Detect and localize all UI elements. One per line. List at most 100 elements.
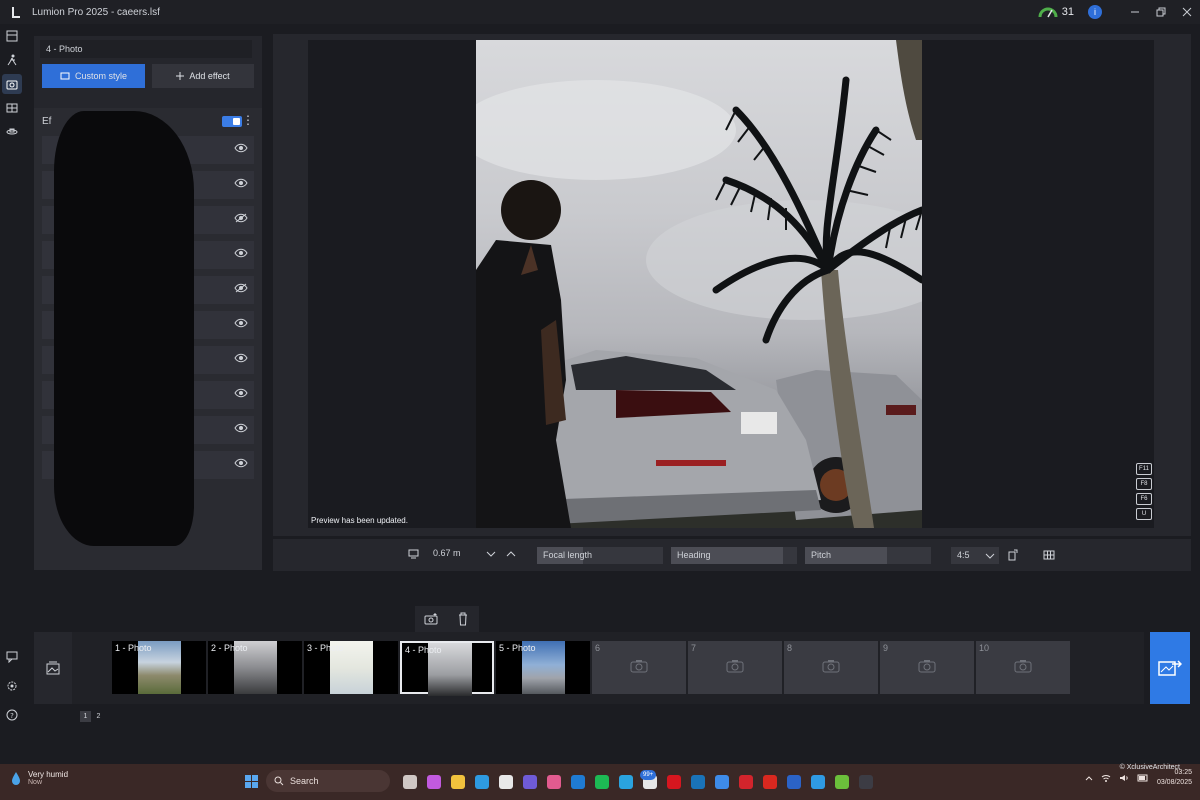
volume-icon[interactable] bbox=[1119, 774, 1129, 782]
photo-slot-5[interactable]: 5 - Photo bbox=[496, 641, 590, 694]
minimize-button[interactable] bbox=[1122, 0, 1148, 24]
focal-length-slider[interactable]: Focal length bbox=[537, 547, 663, 564]
effects-toggle[interactable] bbox=[222, 116, 242, 127]
performance-indicator[interactable]: 31 bbox=[1038, 6, 1074, 18]
photos-icon[interactable] bbox=[542, 770, 566, 794]
photo-name-field[interactable]: 4 - Photo bbox=[40, 40, 252, 58]
clock-date: 03/08/2025 bbox=[1156, 779, 1192, 786]
photo-slot-label: 9 bbox=[883, 643, 889, 653]
revit-icon[interactable] bbox=[782, 770, 806, 794]
eye-off-icon[interactable] bbox=[234, 283, 248, 293]
save-camera-icon[interactable] bbox=[415, 606, 447, 632]
eye-icon[interactable] bbox=[234, 143, 248, 153]
photo-slot-7[interactable]: 7 bbox=[688, 641, 782, 694]
app-icon[interactable] bbox=[518, 770, 542, 794]
search-icon bbox=[274, 776, 284, 786]
settings-icon[interactable] bbox=[3, 677, 21, 695]
task-view-icon[interactable] bbox=[398, 770, 422, 794]
edge-browser-icon[interactable] bbox=[470, 770, 494, 794]
photo-filmstrip: 1 - Photo 2 - Photo 3 - Photo 4 - Photo 5 - … bbox=[34, 632, 1144, 704]
camera-icon bbox=[918, 659, 936, 673]
weather-widget[interactable]: Very humid Now bbox=[10, 770, 68, 786]
shortcut-keys: F11 F8 F6 U bbox=[1136, 463, 1152, 520]
spotify-icon[interactable] bbox=[590, 770, 614, 794]
help-icon[interactable]: ? bbox=[3, 706, 21, 724]
movie-mode-icon[interactable] bbox=[2, 98, 22, 118]
photo-slot-10[interactable]: 10 bbox=[976, 641, 1070, 694]
grid-overlay-icon[interactable] bbox=[1043, 550, 1055, 560]
more-options-icon[interactable]: ⋮ bbox=[242, 114, 254, 126]
eye-icon[interactable] bbox=[234, 353, 248, 363]
page-2-button[interactable]: 2 bbox=[93, 711, 104, 722]
telegram-icon[interactable] bbox=[614, 770, 638, 794]
photo-slot-6[interactable]: 6 bbox=[592, 641, 686, 694]
custom-style-button[interactable]: Custom style bbox=[42, 64, 145, 88]
chevron-up-icon[interactable] bbox=[1085, 775, 1093, 781]
f6-key[interactable]: F6 bbox=[1136, 493, 1152, 505]
windows-taskbar: Very humid Now Search 99+ 03:25 03/08/20… bbox=[0, 764, 1200, 800]
page-1-button[interactable]: 1 bbox=[80, 711, 91, 722]
eye-icon[interactable] bbox=[234, 248, 248, 258]
build-mode-icon[interactable] bbox=[2, 26, 22, 46]
photo-slot-label: 10 bbox=[979, 643, 990, 653]
info-icon[interactable]: i bbox=[1088, 5, 1102, 19]
album-icon[interactable] bbox=[34, 632, 72, 704]
camera-height-value[interactable]: 0.67 m bbox=[433, 548, 461, 558]
chevron-down-icon[interactable] bbox=[486, 550, 496, 558]
360-panorama-icon[interactable] bbox=[2, 122, 22, 142]
photo-slot-9[interactable]: 9 bbox=[880, 641, 974, 694]
windows-start-icon[interactable] bbox=[240, 770, 264, 794]
weather-condition: Very humid bbox=[28, 770, 69, 779]
chevron-up-icon[interactable] bbox=[506, 550, 516, 558]
f8-key[interactable]: F8 bbox=[1136, 478, 1152, 490]
heading-label: Heading bbox=[677, 550, 711, 560]
restore-button[interactable] bbox=[1148, 0, 1174, 24]
file-explorer-icon[interactable] bbox=[446, 770, 470, 794]
battery-icon[interactable] bbox=[1137, 774, 1149, 782]
photo-mode-icon[interactable] bbox=[2, 74, 22, 94]
eye-icon[interactable] bbox=[234, 458, 248, 468]
close-button[interactable] bbox=[1174, 0, 1200, 24]
app-blue-icon[interactable] bbox=[806, 770, 830, 794]
photo-slot-4[interactable]: 4 - Photo bbox=[400, 641, 494, 696]
pinterest-icon[interactable] bbox=[734, 770, 758, 794]
acrobat-icon[interactable] bbox=[758, 770, 782, 794]
store-icon[interactable] bbox=[494, 770, 518, 794]
photo-slot-label: 5 - Photo bbox=[499, 643, 536, 653]
lumion-icon[interactable] bbox=[854, 770, 878, 794]
pitch-slider[interactable]: Pitch bbox=[805, 547, 931, 564]
photo-slot-2[interactable]: 2 - Photo bbox=[208, 641, 302, 694]
delete-icon[interactable] bbox=[447, 606, 479, 632]
photo-slot-3[interactable]: 3 - Photo bbox=[304, 641, 398, 694]
netflix-icon[interactable] bbox=[662, 770, 686, 794]
eye-icon[interactable] bbox=[234, 178, 248, 188]
game-icon[interactable] bbox=[830, 770, 854, 794]
watermark: © XclusiveArchitect bbox=[1119, 764, 1180, 771]
eye-off-icon[interactable] bbox=[234, 213, 248, 223]
browser-icon[interactable] bbox=[710, 770, 734, 794]
photo-slot-label: 2 - Photo bbox=[211, 643, 248, 653]
wifi-icon[interactable] bbox=[1101, 774, 1111, 782]
svg-text:?: ? bbox=[10, 712, 14, 720]
eye-icon[interactable] bbox=[234, 388, 248, 398]
copilot-icon[interactable] bbox=[422, 770, 446, 794]
taskbar-search[interactable]: Search bbox=[266, 770, 390, 792]
character-icon[interactable] bbox=[2, 50, 22, 70]
heading-slider[interactable]: Heading bbox=[671, 547, 797, 564]
clock[interactable]: 03:25 03/08/2025 bbox=[1157, 768, 1192, 788]
f11-key[interactable]: F11 bbox=[1136, 463, 1152, 475]
linkedin-icon[interactable] bbox=[686, 770, 710, 794]
eye-icon[interactable] bbox=[234, 318, 248, 328]
eye-icon[interactable] bbox=[234, 423, 248, 433]
render-viewport[interactable]: Preview has been updated. F11 F8 F6 U bbox=[308, 40, 1154, 528]
outlook-icon[interactable] bbox=[566, 770, 590, 794]
photo-slot-8[interactable]: 8 bbox=[784, 641, 878, 694]
u-key[interactable]: U bbox=[1136, 508, 1152, 520]
feedback-icon[interactable] bbox=[3, 648, 21, 666]
add-effect-button[interactable]: Add effect bbox=[152, 64, 254, 88]
photo-slot-label: 6 bbox=[595, 643, 601, 653]
photo-slot-1[interactable]: 1 - Photo bbox=[112, 641, 206, 694]
rotate-orientation-icon[interactable] bbox=[1007, 549, 1019, 561]
window-title: Lumion Pro 2025 - caeers.lsf bbox=[32, 6, 160, 18]
render-export-button[interactable] bbox=[1150, 632, 1190, 704]
